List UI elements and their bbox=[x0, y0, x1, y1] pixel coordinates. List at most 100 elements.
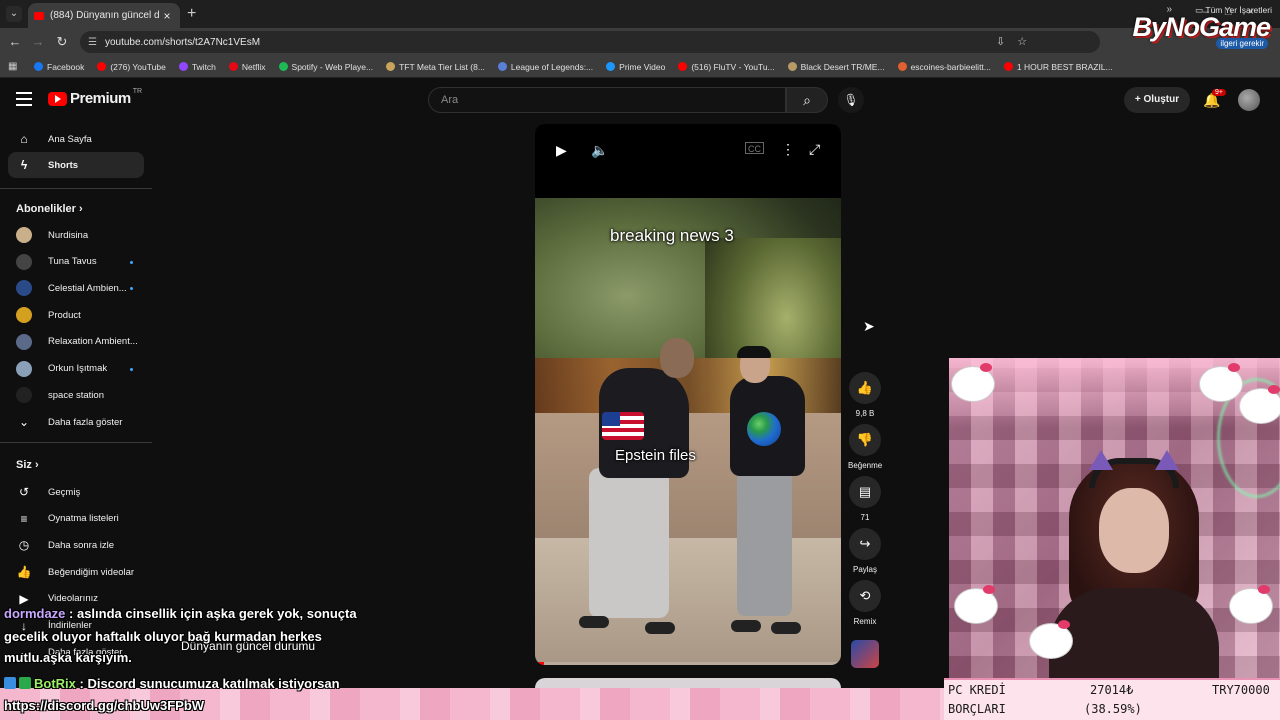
site-info-icon[interactable]: ☰ bbox=[88, 37, 97, 48]
chat-text: : aslında cinsellik için aşka gerek yok,… bbox=[65, 606, 357, 621]
sidebar-item-subscription[interactable]: Relaxation Ambient... bbox=[8, 329, 144, 355]
remix-icon[interactable]: ⟲ bbox=[849, 580, 881, 612]
subscriptions-heading[interactable]: Abonelikler › bbox=[16, 203, 83, 215]
sidebar-item-playlist[interactable]: ≡ Oynatma listeleri bbox=[8, 506, 144, 532]
bookmark-label: Facebook bbox=[47, 61, 85, 72]
bookmark-item[interactable]: League of Legends:... bbox=[497, 62, 593, 72]
sidebar-item-subscription[interactable]: Product bbox=[8, 302, 144, 328]
clock-icon: ◷ bbox=[18, 538, 30, 553]
url-text: youtube.com/shorts/t2A7Nc1VEsM bbox=[104, 36, 261, 48]
you-heading[interactable]: Siz › bbox=[16, 459, 39, 471]
captions-icon[interactable]: CC bbox=[745, 142, 764, 154]
chat-username: dormdaze bbox=[4, 606, 66, 621]
youtube-logo[interactable]: Premium TR bbox=[48, 88, 143, 107]
channel-avatar bbox=[16, 387, 32, 404]
bookmark-favicon-icon bbox=[787, 62, 797, 71]
tab-search-icon[interactable]: ⌄ bbox=[6, 6, 22, 22]
forward-icon[interactable]: → bbox=[30, 34, 46, 49]
address-bar[interactable]: ☰ youtube.com/shorts/t2A7Nc1VEsM bbox=[80, 31, 1100, 53]
channel-avatar bbox=[16, 333, 32, 350]
microphone-icon[interactable]: 🎙 bbox=[838, 87, 864, 113]
search-input[interactable]: Ara bbox=[428, 87, 786, 113]
bookmark-label: TFT Meta Tier List (8... bbox=[399, 61, 485, 72]
channel-name: Orkun Işıtmak bbox=[48, 363, 108, 374]
bookmark-item[interactable]: escoines-barbieelitt... bbox=[897, 61, 991, 72]
like-action[interactable]: 👍 9,8 B bbox=[848, 372, 882, 418]
back-icon[interactable]: ← bbox=[7, 34, 23, 49]
usa-flag-icon bbox=[602, 412, 644, 440]
more-vert-icon[interactable]: ⋮ bbox=[781, 141, 795, 158]
browser-tab[interactable]: (884) Dünyanın güncel durumu × bbox=[28, 3, 180, 28]
region-code: TR bbox=[132, 88, 143, 95]
search-icon[interactable]: ⌕ bbox=[786, 87, 828, 113]
bookmark-favicon-icon bbox=[678, 62, 688, 71]
dislike-action[interactable]: 👎 Beğenme bbox=[848, 424, 882, 470]
sidebar-item-shorts[interactable]: ϟ Shorts bbox=[8, 152, 144, 178]
share-action[interactable]: ↪ Paylaş bbox=[848, 528, 882, 574]
sidebar-item-clock[interactable]: ◷ Daha sonra izle bbox=[8, 532, 144, 558]
reload-icon[interactable]: ↻ bbox=[54, 34, 70, 50]
menu-icon[interactable] bbox=[16, 92, 32, 110]
create-label: Oluştur bbox=[1143, 94, 1180, 105]
install-icon[interactable]: ⇩ bbox=[996, 35, 1005, 48]
create-button[interactable]: + Oluştur bbox=[1124, 87, 1190, 113]
thumb-up-icon[interactable]: 👍 bbox=[849, 372, 881, 404]
apps-icon[interactable]: ▦ bbox=[8, 61, 20, 72]
hello-kitty-sticker bbox=[1229, 585, 1273, 624]
sidebar-item-subscription[interactable]: Nurdisina bbox=[8, 222, 144, 248]
comments-action[interactable]: ▤ 71 bbox=[848, 476, 882, 522]
bookmark-item[interactable]: TFT Meta Tier List (8... bbox=[386, 62, 485, 72]
sidebar-item-subscription[interactable]: Orkun Işıtmak bbox=[8, 356, 144, 382]
channel-avatar bbox=[16, 280, 32, 297]
shorts-player[interactable]: breaking news 3 Epstein files ▶ 🔈 CC ⋮ ⤢ bbox=[535, 124, 841, 665]
sidebar-item-subscription[interactable]: space station bbox=[8, 382, 144, 408]
person-left bbox=[565, 338, 694, 638]
channel-avatar bbox=[16, 360, 32, 377]
bookmark-item[interactable]: Facebook bbox=[34, 62, 84, 72]
sidebar-item-label: Videolarınız bbox=[48, 593, 98, 605]
bookmark-item[interactable]: Netflix bbox=[228, 62, 266, 72]
credit-target: TRY70000 bbox=[1212, 683, 1270, 697]
bookmark-label: Spotify - Web Playe... bbox=[291, 61, 374, 72]
play-icon[interactable]: ▶ bbox=[556, 142, 567, 159]
notification-count-badge: 9+ bbox=[1212, 89, 1226, 96]
show-more-subscriptions[interactable]: ⌄ Daha fazla göster bbox=[8, 409, 144, 435]
chat-text: mutlu.aşka karşıyım. bbox=[4, 650, 132, 665]
remix-action[interactable]: ⟲ Remix bbox=[848, 580, 882, 626]
credit-amount: 27014₺ bbox=[1090, 683, 1134, 697]
volume-icon[interactable]: 🔈 bbox=[591, 142, 608, 159]
video-progress[interactable] bbox=[535, 662, 841, 665]
channel-avatar bbox=[16, 253, 32, 270]
bookmark-item[interactable]: Twitch bbox=[178, 62, 216, 72]
new-tab-icon[interactable]: + bbox=[187, 5, 196, 23]
dislike-label: Beğenme bbox=[848, 461, 883, 470]
divider bbox=[0, 442, 152, 443]
bookmark-favicon-icon bbox=[178, 62, 188, 71]
sidebar-item-label: Daha fazla göster bbox=[48, 416, 123, 428]
bookmark-item[interactable]: Black Desert TR/ME... bbox=[787, 62, 885, 72]
bookmark-item[interactable]: (516) FluTV - YouTu... bbox=[678, 62, 775, 72]
bookmark-favicon-icon bbox=[278, 62, 288, 71]
thumb-down-icon[interactable]: 👎 bbox=[849, 424, 881, 456]
bookmark-label: escoines-barbieelitt... bbox=[910, 61, 991, 72]
comment-count: 71 bbox=[860, 513, 870, 522]
bookmark-item[interactable]: Prime Video bbox=[606, 62, 665, 72]
sidebar-item-subscription[interactable]: Tuna Tavus bbox=[8, 249, 144, 275]
sound-thumbnail[interactable] bbox=[851, 640, 879, 668]
share-icon[interactable]: ↪ bbox=[849, 528, 881, 560]
bookmark-item[interactable]: (276) YouTube bbox=[97, 62, 166, 72]
channel-name: Product bbox=[48, 309, 81, 321]
mouse-cursor-icon: ➤ bbox=[863, 318, 875, 334]
sidebar-item-subscription[interactable]: Celestial Ambien... bbox=[8, 275, 144, 301]
avatar[interactable] bbox=[1238, 89, 1260, 111]
fullscreen-icon[interactable]: ⤢ bbox=[809, 141, 820, 158]
bookmark-item[interactable]: 1 HOUR BEST BRAZIL... bbox=[1003, 62, 1113, 72]
sidebar-item-thumb-up[interactable]: 👍 Beğendiğim videolar bbox=[8, 559, 144, 585]
close-tab-icon[interactable]: × bbox=[160, 9, 174, 23]
sidebar-item-home[interactable]: ⌂ Ana Sayfa bbox=[8, 126, 144, 152]
comment-icon[interactable]: ▤ bbox=[849, 476, 881, 508]
bookmark-star-icon[interactable]: ☆ bbox=[1017, 35, 1027, 48]
moderator-badge-icon bbox=[4, 677, 16, 689]
sidebar-item-history[interactable]: ↺ Geçmiş bbox=[8, 479, 144, 505]
bookmark-item[interactable]: Spotify - Web Playe... bbox=[278, 61, 374, 72]
